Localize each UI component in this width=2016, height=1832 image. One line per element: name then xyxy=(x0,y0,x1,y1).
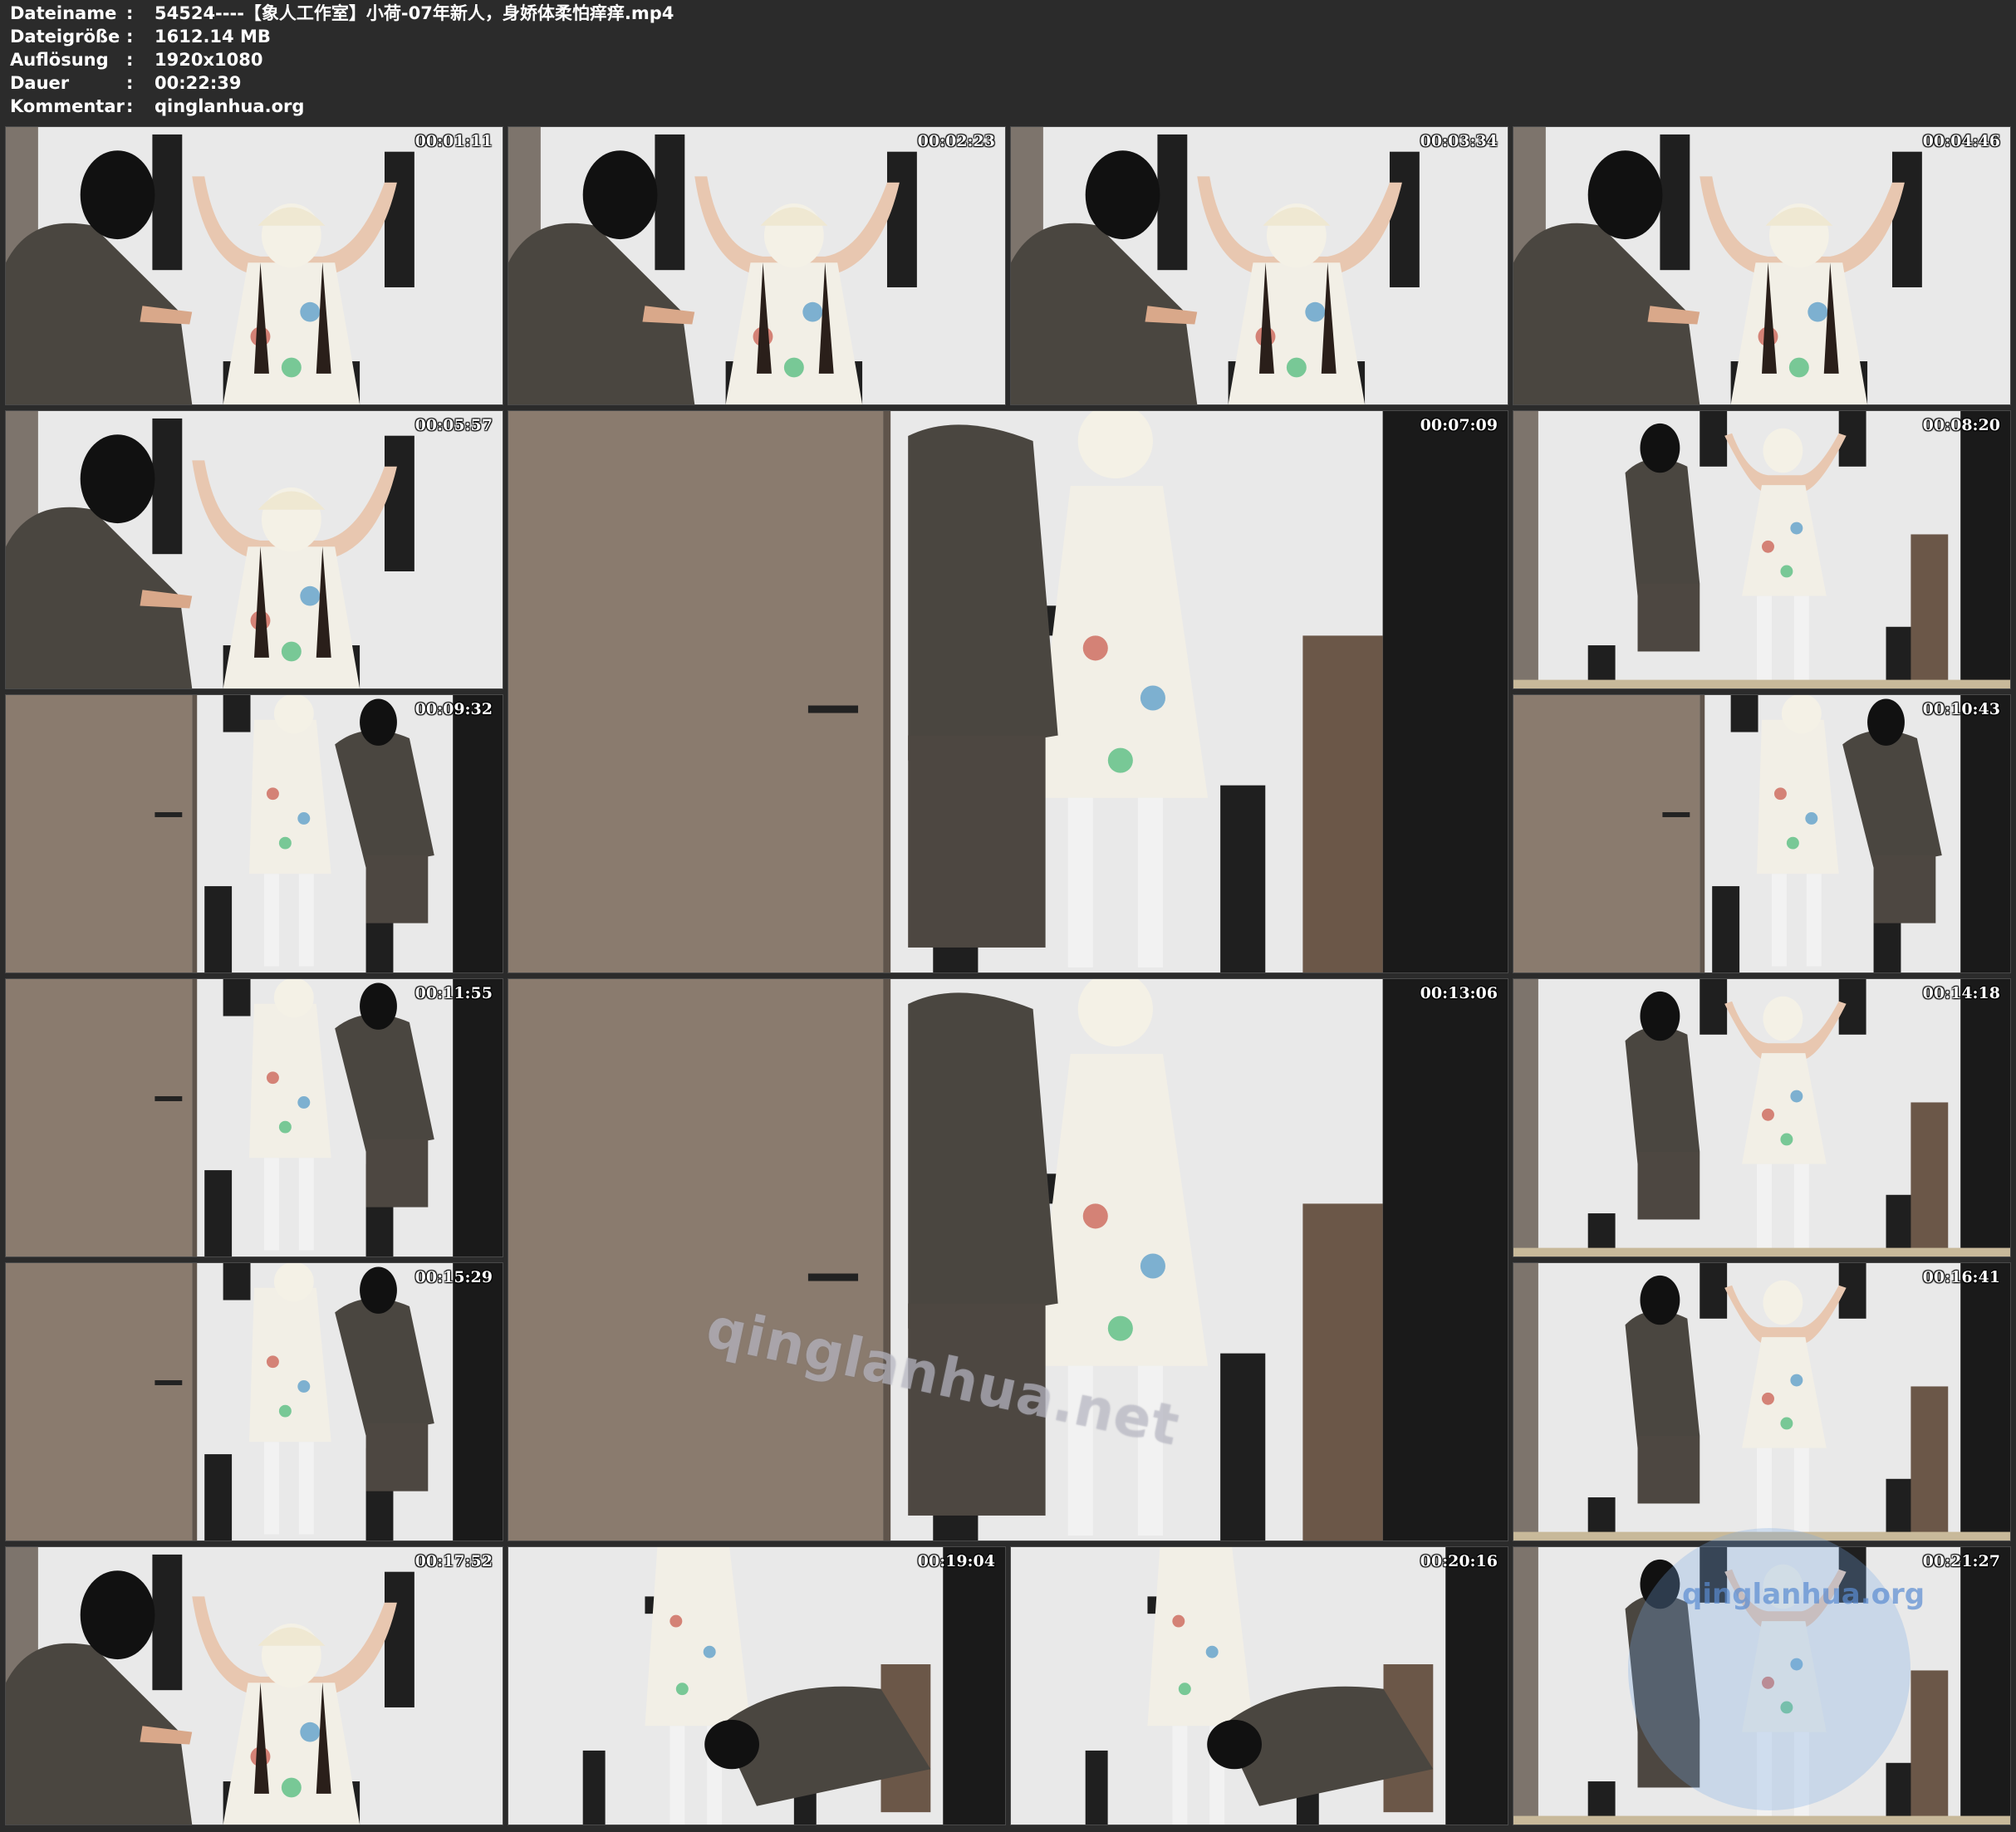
thumbnail-timestamp: 00:21:27 xyxy=(1922,1552,2000,1570)
info-value: 1612.14 MB xyxy=(155,27,271,47)
video-thumbnail[interactable]: 00:17:52 xyxy=(5,1546,503,1825)
video-thumbnail[interactable]: 00:07:09 xyxy=(508,410,1508,973)
info-sep: : xyxy=(126,96,134,116)
watermark-logo-icon xyxy=(1628,1528,1911,1810)
info-key: Kommentar xyxy=(10,96,125,116)
thumbnail-timestamp: 00:01:11 xyxy=(414,132,493,150)
video-thumbnail[interactable]: 00:11:55 xyxy=(5,978,503,1257)
thumbnail-timestamp: 00:15:29 xyxy=(414,1268,493,1286)
thumbnail-timestamp: 00:07:09 xyxy=(1420,416,1498,434)
thumbnail-timestamp: 00:13:06 xyxy=(1420,984,1498,1002)
info-value: 00:22:39 xyxy=(155,73,242,93)
video-thumbnail[interactable]: 00:13:06 xyxy=(508,978,1508,1541)
video-thumbnail[interactable]: 00:15:29 xyxy=(5,1262,503,1541)
thumbnail-timestamp: 00:02:23 xyxy=(917,132,995,150)
info-value: 54524----【象人工作室】小荷-07年新人，身娇体柔怕痒痒.mp4 xyxy=(155,3,674,23)
video-thumbnail[interactable]: 00:14:18 xyxy=(1513,978,2011,1257)
info-sep: : xyxy=(126,73,134,93)
info-row-filename: Dateiname: 54524----【象人工作室】小荷-07年新人，身娇体柔怕… xyxy=(10,2,674,25)
thumbnail-timestamp: 00:08:20 xyxy=(1922,416,2000,434)
file-info-header: Dateiname: 54524----【象人工作室】小荷-07年新人，身娇体柔怕… xyxy=(0,0,2016,125)
thumbnail-timestamp: 00:11:55 xyxy=(414,984,493,1002)
thumbnail-timestamp: 00:17:52 xyxy=(414,1552,493,1570)
video-thumbnail[interactable]: 00:19:04 xyxy=(508,1546,1006,1825)
watermark-corner-text: qinglanhua.org xyxy=(1682,1578,1925,1611)
thumbnail-timestamp: 00:03:34 xyxy=(1420,132,1498,150)
info-sep: : xyxy=(126,27,134,47)
video-thumbnail[interactable]: 00:09:32 xyxy=(5,694,503,973)
thumbnail-timestamp: 00:10:43 xyxy=(1922,700,2000,718)
video-thumbnail[interactable]: 00:08:20 xyxy=(1513,410,2011,689)
info-row-duration: Dauer: 00:22:39 xyxy=(10,71,241,95)
info-key: Dateigröße xyxy=(10,27,120,47)
thumbnail-timestamp: 00:14:18 xyxy=(1922,984,2000,1002)
video-thumbnail[interactable]: 00:20:16 xyxy=(1010,1546,1508,1825)
info-key: Dateiname xyxy=(10,3,117,23)
info-value: 1920x1080 xyxy=(155,50,263,70)
thumbnail-timestamp: 00:16:41 xyxy=(1922,1268,2000,1286)
info-row-filesize: Dateigröße: 1612.14 MB xyxy=(10,25,271,48)
thumbnail-timestamp: 00:19:04 xyxy=(917,1552,995,1570)
video-thumbnail[interactable]: 00:05:57 xyxy=(5,410,503,689)
video-thumbnail[interactable]: 00:10:43 xyxy=(1513,694,2011,973)
info-sep: : xyxy=(126,50,134,70)
info-key: Dauer xyxy=(10,73,70,93)
thumbnail-timestamp: 00:20:16 xyxy=(1420,1552,1498,1570)
video-thumbnail[interactable]: 00:16:41 xyxy=(1513,1262,2011,1541)
thumbnail-timestamp: 00:04:46 xyxy=(1922,132,2000,150)
video-thumbnail[interactable]: 00:01:11 xyxy=(5,126,503,405)
video-thumbnail[interactable]: 00:02:23 xyxy=(508,126,1006,405)
info-row-resolution: Auflösung: 1920x1080 xyxy=(10,48,262,71)
thumbnail-timestamp: 00:09:32 xyxy=(414,700,493,718)
info-key: Auflösung xyxy=(10,50,109,70)
info-sep: : xyxy=(126,3,134,23)
video-thumbnail[interactable]: 00:03:34 xyxy=(1010,126,1508,405)
video-thumbnail[interactable]: 00:04:46 xyxy=(1513,126,2011,405)
thumbnail-timestamp: 00:05:57 xyxy=(414,416,493,434)
info-row-comment: Kommentar: qinglanhua.org xyxy=(10,95,304,118)
info-value: qinglanhua.org xyxy=(155,96,305,116)
